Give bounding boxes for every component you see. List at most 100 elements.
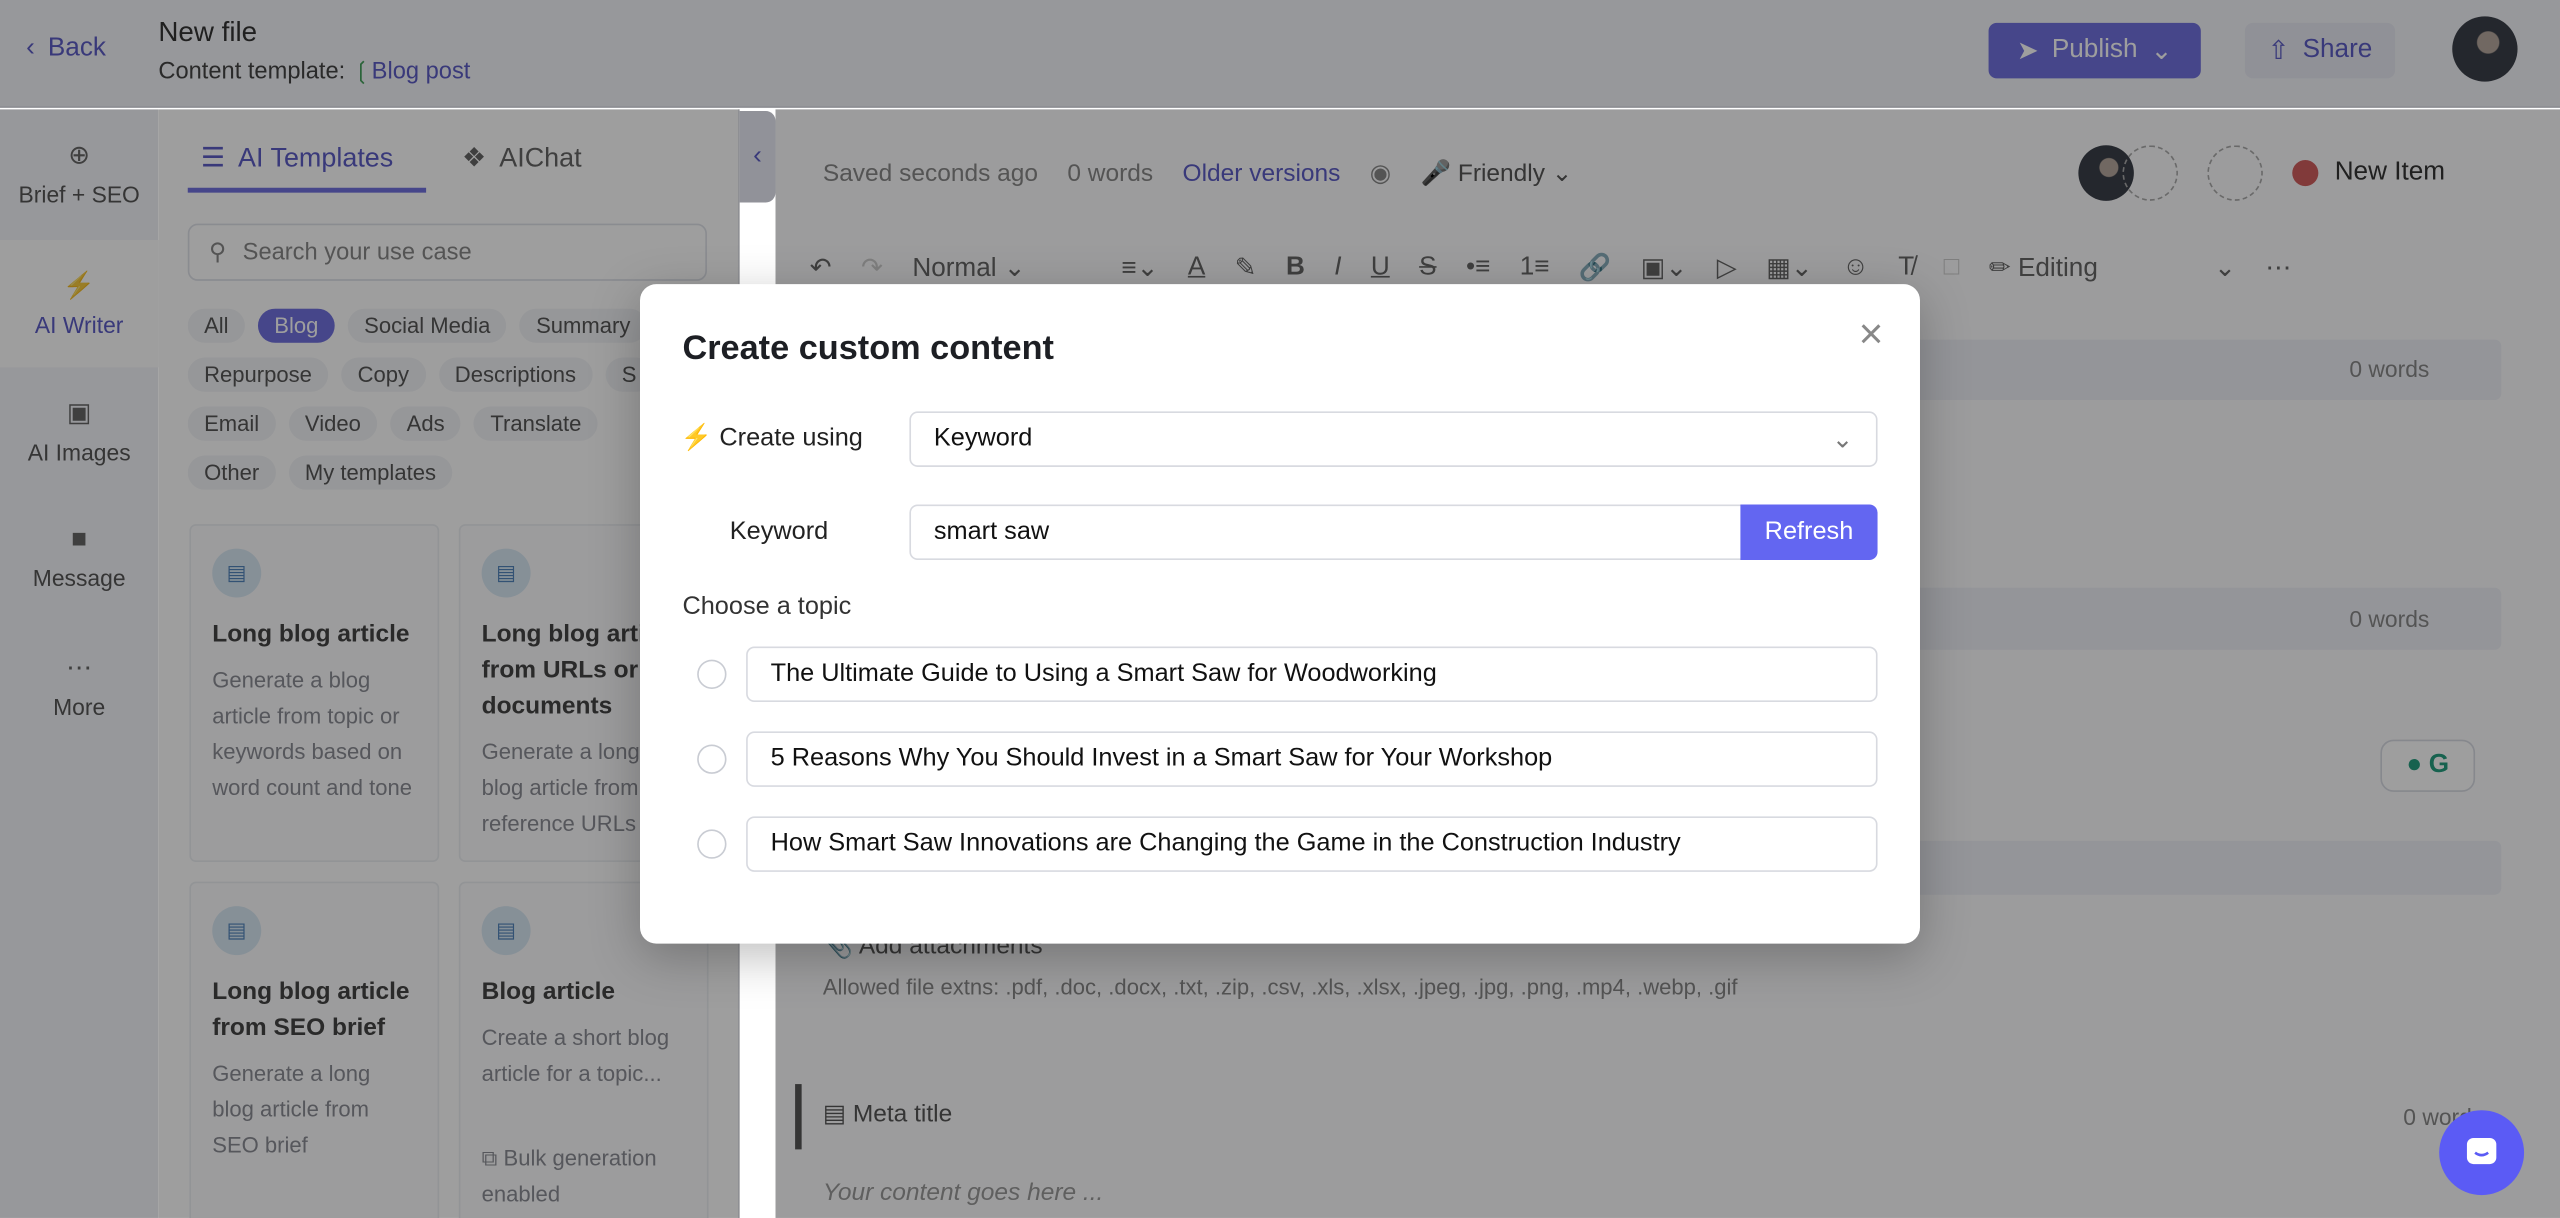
back-button[interactable]: ‹ Back	[26, 34, 106, 63]
user-avatar[interactable]	[2452, 16, 2518, 82]
chevron-down-icon: ⌄	[2150, 37, 2173, 66]
chip-video[interactable]: Video	[288, 406, 378, 441]
table-icon[interactable]: ▦⌄	[1766, 251, 1813, 284]
chip-summary[interactable]: Summary	[519, 308, 647, 343]
share-button[interactable]: ⇧ Share	[2244, 22, 2396, 79]
lightbulb-icon: ●	[2406, 751, 2423, 779]
strikethrough-icon[interactable]: S	[1419, 253, 1436, 282]
file-title[interactable]: New file	[158, 16, 257, 49]
more-icon: ⋯	[66, 654, 93, 683]
mic-icon: 🎤	[1420, 159, 1452, 188]
content-template: Content template: ❲Blog post	[158, 58, 471, 85]
chip-email[interactable]: Email	[187, 406, 276, 441]
sidebar-item-message[interactable]: ■ Message	[0, 495, 158, 622]
document-icon: ▤	[212, 548, 262, 598]
chevron-left-icon: ‹	[26, 34, 35, 63]
search-icon: ⚲	[208, 239, 227, 266]
status-badge[interactable]: New Item	[2292, 158, 2445, 187]
topic-radio[interactable]	[697, 659, 727, 689]
chip-repurpose[interactable]: Repurpose	[187, 357, 329, 392]
modal-title: Create custom content	[682, 329, 1054, 368]
chip-my-templates[interactable]: My templates	[288, 455, 453, 490]
tab-ai-templates[interactable]: ☰ AI Templates	[201, 142, 393, 175]
video-icon[interactable]: ▷	[1717, 251, 1737, 284]
template-card[interactable]: ▤ Long blog article from SEO brief Generat…	[189, 881, 440, 1218]
bolt-icon: ⚡	[62, 272, 96, 301]
bold-icon[interactable]: B	[1286, 253, 1305, 282]
calendar-icon[interactable]	[2207, 145, 2263, 201]
highlight-icon[interactable]: ✎	[1235, 251, 1257, 284]
meta-title-bar	[795, 1084, 802, 1150]
sidebar-item-more[interactable]: ⋯ More	[0, 622, 158, 749]
comment-icon[interactable]: □	[1944, 253, 1960, 282]
sidebar-rail: ⊕ Brief + SEO ⚡ AI Writer ▣ AI Images ■ Mess…	[0, 109, 159, 1218]
refresh-button[interactable]: Refresh	[1740, 504, 1878, 560]
clear-format-icon[interactable]: T̸	[1898, 253, 1914, 282]
chip-other[interactable]: Other	[187, 455, 276, 490]
message-icon: ■	[71, 525, 88, 554]
chat-icon	[2466, 1137, 2497, 1165]
template-link[interactable]: Blog post	[372, 59, 471, 85]
format-select[interactable]: Normal ⌄	[912, 251, 1092, 284]
link-icon[interactable]: 🔗	[1579, 251, 1612, 284]
create-custom-content-modal: Create custom content × ⚡ Create using K…	[639, 284, 1920, 944]
chip-copy[interactable]: Copy	[341, 357, 426, 392]
chip-blog[interactable]: Blog	[257, 308, 335, 343]
active-tab-indicator	[187, 187, 427, 193]
text-color-icon[interactable]: A	[1188, 253, 1205, 282]
allowed-extensions: Allowed file extns: .pdf, .doc, .docx, .…	[822, 974, 1738, 1000]
older-versions-link[interactable]: Older versions	[1183, 159, 1341, 187]
chip-social-media[interactable]: Social Media	[347, 308, 507, 343]
emoji-icon[interactable]: ☺	[1842, 253, 1869, 282]
document-icon: ▤	[481, 906, 531, 956]
more-icon[interactable]: ⋯	[2265, 251, 2291, 284]
close-icon[interactable]: ×	[1851, 312, 1890, 354]
rss-icon: ❲	[351, 58, 372, 85]
chip-translate[interactable]: Translate	[474, 406, 598, 441]
topic-option[interactable]: The Ultimate Guide to Using a Smart Saw …	[746, 646, 1878, 703]
sidebar-item-ai-writer[interactable]: ⚡ AI Writer	[0, 239, 159, 368]
template-card[interactable]: ▤ Long blog article Generate a blog articl…	[189, 524, 440, 863]
underline-icon[interactable]: U	[1371, 253, 1390, 282]
editor-status: Saved seconds ago 0 words Older versions…	[822, 158, 1573, 188]
mode-select[interactable]: ✏ Editing	[1989, 251, 2185, 284]
collapse-panel-button[interactable]: ‹	[739, 111, 776, 203]
topic-radio[interactable]	[697, 744, 727, 774]
document-icon: ▤	[212, 906, 262, 956]
search-input[interactable]: ⚲ Search your use case	[187, 223, 707, 281]
chip-all[interactable]: All	[187, 308, 245, 343]
create-using-label: ⚡ Create using	[680, 424, 863, 453]
topic-option[interactable]: 5 Reasons Why You Should Invest in a Sma…	[746, 731, 1878, 787]
meta-title-label: ▤ Meta title	[822, 1100, 953, 1129]
chevron-down-icon[interactable]: ⌄	[2214, 251, 2236, 284]
document-icon: ▤	[822, 1100, 847, 1129]
tab-aichat[interactable]: ❖ AIChat	[462, 142, 582, 175]
undo-icon[interactable]: ↶	[810, 251, 832, 284]
keyword-input[interactable]: smart saw	[909, 504, 1744, 560]
document-icon: ▤	[481, 548, 531, 598]
chat-support-button[interactable]	[2439, 1110, 2525, 1196]
numbered-list-icon[interactable]: 1≡	[1520, 253, 1550, 282]
content-editor[interactable]: Your content goes here ...	[823, 1179, 1103, 1207]
chip-descriptions[interactable]: Descriptions	[438, 357, 593, 392]
image-icon[interactable]: ▣⌄	[1641, 251, 1688, 284]
publish-button[interactable]: ➤ Publish ⌄	[1988, 22, 2201, 79]
chip-ads[interactable]: Ads	[390, 406, 461, 441]
sidebar-item-brief-seo[interactable]: ⊕ Brief + SEO	[0, 109, 158, 236]
redo-icon[interactable]: ↷	[861, 251, 883, 284]
upload-icon: ⇧	[2267, 37, 2290, 66]
choose-topic-label: Choose a topic	[682, 592, 852, 621]
topic-option[interactable]: How Smart Saw Innovations are Changing t…	[746, 816, 1878, 872]
add-user-icon[interactable]	[2122, 145, 2178, 201]
grammarly-widget[interactable]: ● G	[2380, 739, 2476, 792]
keyword-label: Keyword	[729, 517, 829, 546]
topic-radio[interactable]	[697, 829, 727, 859]
bullet-list-icon[interactable]: •≡	[1466, 253, 1490, 282]
align-icon[interactable]: ≡⌄	[1121, 251, 1158, 284]
chevron-left-icon: ‹	[753, 142, 762, 170]
tone-select[interactable]: 🎤 Friendly ⌄	[1420, 158, 1573, 188]
italic-icon[interactable]: I	[1334, 253, 1341, 282]
create-using-select[interactable]: Keyword ⌄	[909, 411, 1878, 467]
eye-icon[interactable]: ◉	[1370, 158, 1391, 188]
sidebar-item-ai-images[interactable]: ▣ AI Images	[0, 367, 158, 494]
